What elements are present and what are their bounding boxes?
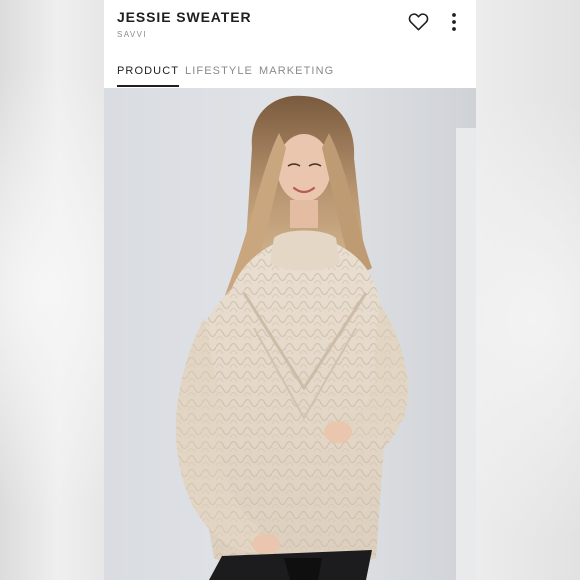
- product-photo[interactable]: [104, 88, 476, 580]
- product-brand: SAVVI: [117, 30, 147, 39]
- heart-icon[interactable]: [408, 12, 429, 31]
- product-title: JESSIE SWEATER: [117, 9, 252, 25]
- more-vertical-icon[interactable]: [447, 12, 461, 32]
- tab-product[interactable]: PRODUCT: [117, 65, 180, 87]
- product-header: JESSIE SWEATER SAVVI PRODUCT LIFESTYLE M…: [104, 0, 476, 88]
- tab-lifestyle[interactable]: LIFESTYLE: [185, 65, 253, 87]
- model-photo-illustration: [104, 88, 476, 580]
- tab-marketing[interactable]: MARKETING: [259, 65, 334, 87]
- product-card: JESSIE SWEATER SAVVI PRODUCT LIFESTYLE M…: [104, 0, 476, 580]
- tab-bar: PRODUCT LIFESTYLE MARKETING: [104, 58, 476, 88]
